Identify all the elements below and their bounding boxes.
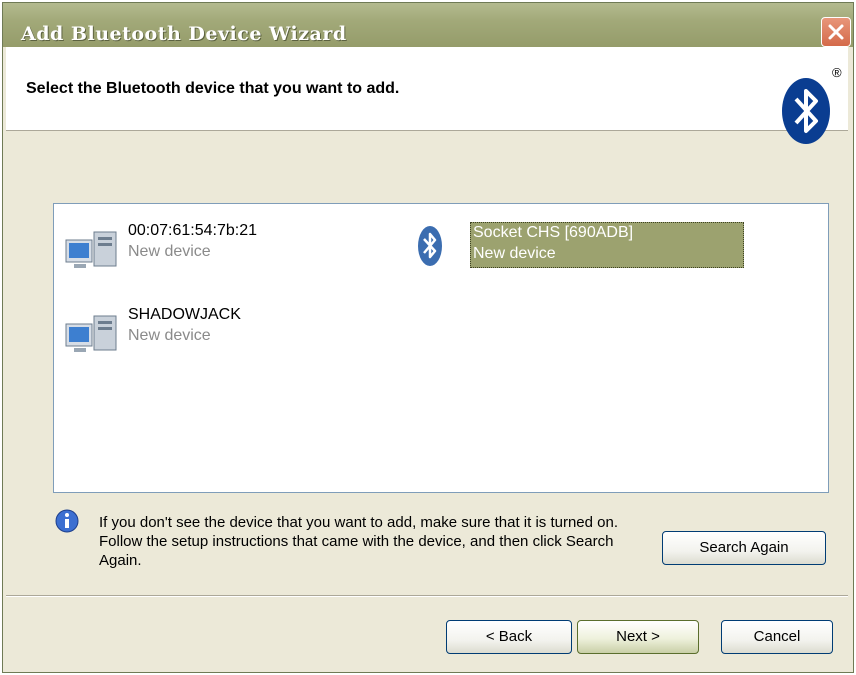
device-item-selected[interactable]: Socket CHS [690ADB] New device (416, 220, 796, 272)
divider (6, 595, 848, 597)
close-button[interactable] (821, 17, 851, 47)
bluetooth-logo-icon: ® (774, 65, 844, 154)
device-item[interactable]: SHADOWJACK New device (64, 306, 304, 356)
device-status: New device (128, 243, 211, 260)
back-button[interactable]: < Back (446, 620, 572, 654)
page-title: Select the Bluetooth device that you wan… (26, 80, 400, 97)
computer-icon (64, 310, 120, 363)
registered-mark: ® (832, 65, 842, 80)
device-item[interactable]: 00:07:61:54:7b:21 New device (64, 222, 304, 272)
device-list[interactable]: 00:07:61:54:7b:21 New device SHADOWJACK … (53, 203, 829, 493)
device-status: New device (473, 245, 556, 262)
selection-highlight: Socket CHS [690ADB] New device (470, 222, 744, 268)
computer-icon (64, 226, 120, 279)
info-icon (54, 508, 80, 539)
title-bar[interactable]: Add Bluetooth Device Wizard (3, 3, 853, 47)
device-name: SHADOWJACK (128, 306, 241, 323)
cancel-button[interactable]: Cancel (721, 620, 833, 654)
device-name: Socket CHS [690ADB] (473, 224, 634, 241)
device-status: New device (128, 327, 211, 344)
window-title: Add Bluetooth Device Wizard (21, 23, 347, 45)
header-band: Select the Bluetooth device that you wan… (6, 47, 848, 144)
bluetooth-icon (416, 224, 444, 273)
info-text: If you don't see the device that you wan… (99, 514, 619, 569)
search-again-button[interactable]: Search Again (662, 531, 826, 565)
next-button[interactable]: Next > (577, 620, 699, 654)
wizard-window: Add Bluetooth Device Wizard Select the B… (2, 2, 854, 673)
device-name: 00:07:61:54:7b:21 (128, 222, 258, 239)
